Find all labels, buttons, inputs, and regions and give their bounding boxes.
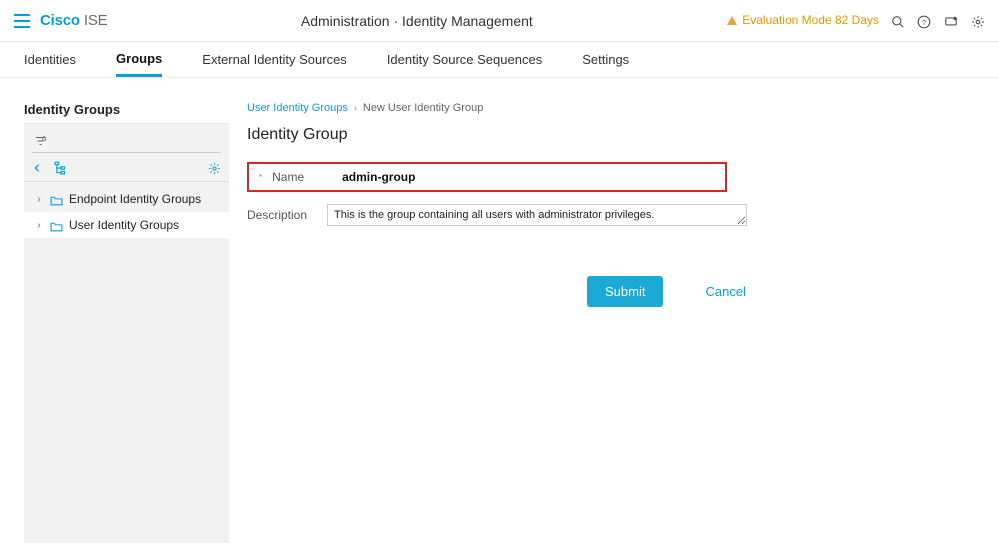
sidebar-gear-icon[interactable] <box>208 160 221 175</box>
tab-external-identity-sources[interactable]: External Identity Sources <box>202 44 347 75</box>
name-input[interactable] <box>342 170 662 184</box>
section-title: Identity Group <box>247 126 975 144</box>
notifications-icon[interactable] <box>943 12 959 28</box>
svg-text:?: ? <box>922 18 926 27</box>
form-actions: Submit Cancel <box>587 276 975 307</box>
sidebar-title: Identity Groups <box>24 102 229 117</box>
tree-item-label: Endpoint Identity Groups <box>69 192 201 206</box>
sidebar-toolbar <box>24 153 229 182</box>
sidebar-search[interactable] <box>32 130 221 153</box>
top-right-controls: Evaluation Mode 82 Days ? <box>726 12 985 28</box>
required-asterisk: * <box>259 173 262 182</box>
sidebar-panel: › Endpoint Identity Groups › User Identi… <box>24 123 229 543</box>
sidebar-search-input[interactable] <box>47 132 219 150</box>
filter-icon <box>34 135 47 147</box>
description-label: Description <box>247 204 317 222</box>
main-area: Identity Groups › <box>0 78 999 543</box>
tree-item-user-groups[interactable]: › User Identity Groups <box>24 212 229 238</box>
description-textarea[interactable] <box>327 204 747 226</box>
warning-icon <box>726 13 738 27</box>
settings-gear-icon[interactable] <box>971 12 985 28</box>
sidebar: Identity Groups › <box>24 102 229 543</box>
breadcrumb: User Identity Groups › New User Identity… <box>247 102 975 114</box>
submit-button[interactable]: Submit <box>587 276 663 307</box>
description-row: Description <box>247 204 975 226</box>
brand-logo: CiscoISE <box>40 12 107 29</box>
folder-icon <box>50 192 63 206</box>
tab-identity-source-sequences[interactable]: Identity Source Sequences <box>387 44 542 75</box>
tree-view-icon[interactable] <box>54 159 68 175</box>
search-icon[interactable] <box>891 12 905 28</box>
brand-ise: ISE <box>84 12 108 29</box>
chevron-right-icon: › <box>34 194 44 205</box>
breadcrumb-parent[interactable]: User Identity Groups <box>247 102 348 114</box>
top-bar: CiscoISE Administration · Identity Manag… <box>0 0 999 42</box>
page-path: Administration · Identity Management <box>107 13 726 29</box>
evaluation-badge[interactable]: Evaluation Mode 82 Days <box>726 13 879 27</box>
back-icon[interactable] <box>32 160 42 175</box>
sidebar-tree: › Endpoint Identity Groups › User Identi… <box>24 182 229 242</box>
tab-navigation: Identities Groups External Identity Sour… <box>0 42 999 78</box>
tab-settings[interactable]: Settings <box>582 44 629 75</box>
chevron-right-icon: › <box>34 220 44 231</box>
help-icon[interactable]: ? <box>917 12 931 28</box>
tab-groups[interactable]: Groups <box>116 43 162 77</box>
cancel-button[interactable]: Cancel <box>705 284 745 299</box>
breadcrumb-current: New User Identity Group <box>363 102 483 114</box>
tree-item-endpoint-groups[interactable]: › Endpoint Identity Groups <box>24 186 229 212</box>
name-label: Name <box>272 170 332 184</box>
chevron-right-icon: › <box>354 103 357 113</box>
content-area: User Identity Groups › New User Identity… <box>247 102 975 543</box>
identity-group-form: * Name Description Submit Cancel <box>247 162 975 307</box>
hamburger-icon[interactable] <box>14 10 30 31</box>
tab-identities[interactable]: Identities <box>24 44 76 75</box>
brand-cisco: Cisco <box>40 12 80 29</box>
evaluation-text: Evaluation Mode 82 Days <box>742 13 879 27</box>
name-row: * Name <box>247 162 727 192</box>
tree-item-label: User Identity Groups <box>69 218 179 232</box>
folder-icon <box>50 218 63 232</box>
